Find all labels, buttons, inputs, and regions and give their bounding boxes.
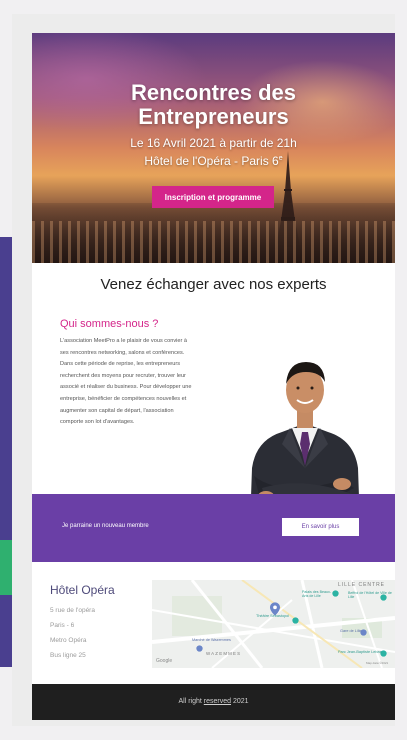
poi-marker-icon [196, 645, 203, 652]
footer-prefix: All right [178, 698, 204, 705]
map-label-marche: Marché de Wazemmes [192, 638, 231, 642]
map-label-theatre: Théâtre Sébastopol [256, 614, 290, 618]
map-label-beffroi: Beffroi de l'Hôtel de Ville de Lille [348, 591, 392, 600]
venue-name: Hôtel Opéra [50, 583, 115, 597]
background-strip-purple [0, 237, 12, 667]
referral-band: Je parraine un nouveau membre En savoir … [32, 494, 395, 562]
map-label-lille-centre: LILLE CENTRE [338, 582, 386, 588]
venue-address: 5 rue de l'opéra Paris - 6 Metro Opéra B… [50, 603, 95, 663]
about-section: Qui sommes-nous ? L'association MeetPro … [32, 303, 395, 526]
footer-suffix: 2021 [231, 698, 249, 705]
learn-more-button[interactable]: En savoir plus [282, 518, 359, 536]
event-venue-sup: e [278, 155, 283, 162]
event-venue-text: Hôtel de l'Opéra - Paris 6 [144, 154, 279, 168]
venue-address-city: Paris - 6 [50, 622, 75, 629]
event-venue: Hôtel de l'Opéra - Paris 6e [32, 151, 395, 169]
venue-address-bus: Bus ligne 25 [50, 652, 86, 659]
city-rooftops [32, 221, 395, 263]
hero-subtitle: Le 16 Avril 2021 à partir de 21h Hôtel d… [32, 135, 395, 169]
map-label-palais: Palais des Beaux-Arts de Lille [302, 590, 331, 599]
map-label-gare: Gare de Lille [340, 629, 362, 633]
hero-banner: Rencontres des Entrepreneurs Le 16 Avril… [32, 33, 395, 263]
section-title: Venez échanger avec nos experts [100, 276, 327, 293]
registration-button[interactable]: Inscription et programme [152, 186, 274, 208]
hero-title-line-1: Rencontres des [130, 80, 297, 105]
hero-title: Rencontres des Entrepreneurs [32, 81, 395, 129]
poi-marker-icon [332, 590, 339, 597]
venue-section: Hôtel Opéra 5 rue de l'opéra Paris - 6 M… [32, 573, 395, 673]
footer-reserved-link[interactable]: reserved [204, 698, 231, 705]
venue-map[interactable]: LILLE CENTRE Beffroi de l'Hôtel de Ville… [152, 580, 395, 668]
email-preview: Rencontres des Entrepreneurs Le 16 Avril… [32, 33, 395, 720]
venue-address-metro: Metro Opéra [50, 637, 87, 644]
footer: All right reserved 2021 [32, 684, 395, 720]
event-date: Le 16 Avril 2021 à partir de 21h [130, 136, 297, 150]
map-credit: Map data ©2021 [366, 661, 389, 665]
map-label-parc: Parc Jean-Baptiste Lebas [338, 650, 382, 654]
about-body: L'association MeetPro a le plaisir de vo… [60, 338, 192, 426]
background-strip-green [0, 540, 12, 595]
poi-marker-icon [292, 617, 299, 624]
hero-title-line-2: Entrepreneurs [138, 104, 289, 129]
venue-address-street: 5 rue de l'opéra [50, 607, 95, 614]
map-label-wazemmes: WAZEMMES [206, 651, 242, 656]
referral-text: Je parraine un nouveau membre [62, 523, 149, 529]
about-heading: Qui sommes-nous ? [60, 318, 159, 330]
google-logo: Google [156, 658, 173, 664]
